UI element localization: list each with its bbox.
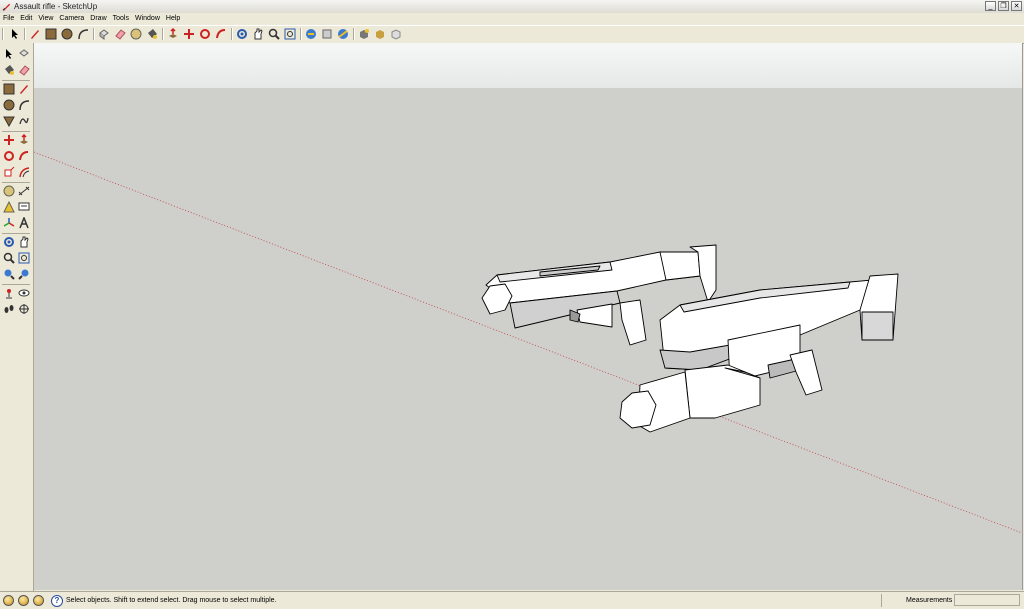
menu-file[interactable]: File xyxy=(0,13,17,25)
large-tool-set xyxy=(0,43,34,591)
pan-icon[interactable] xyxy=(251,27,265,41)
position-camera-icon[interactable] xyxy=(2,286,16,300)
menu-window[interactable]: Window xyxy=(132,13,163,25)
protractor-icon[interactable] xyxy=(2,200,16,214)
previous-view-icon[interactable] xyxy=(2,267,16,281)
section-plane-icon[interactable] xyxy=(17,302,31,316)
menu-bar: File Edit View Camera Draw Tools Window … xyxy=(0,13,1024,25)
help-icon[interactable]: ? xyxy=(51,595,63,607)
push-pull-icon[interactable] xyxy=(17,133,31,147)
maximize-button[interactable]: ❐ xyxy=(998,1,1009,11)
offset-icon[interactable] xyxy=(17,165,31,179)
modeling-viewport[interactable] xyxy=(34,43,1023,590)
main-toolbar xyxy=(0,25,1024,44)
preview-icon[interactable] xyxy=(389,27,403,41)
menu-edit[interactable]: Edit xyxy=(17,13,35,25)
red-axis-line xyxy=(34,151,1022,534)
axes-icon[interactable] xyxy=(2,216,16,230)
orbit-icon[interactable] xyxy=(2,235,16,249)
move-icon[interactable] xyxy=(182,27,196,41)
rectangle-icon[interactable] xyxy=(2,82,16,96)
menu-view[interactable]: View xyxy=(35,13,56,25)
push-pull-icon[interactable] xyxy=(166,27,180,41)
get-photo-texture-icon[interactable] xyxy=(373,27,387,41)
follow-me-icon[interactable] xyxy=(17,149,31,163)
next-view-icon[interactable] xyxy=(17,267,31,281)
user-icon[interactable] xyxy=(33,595,44,606)
text-icon[interactable] xyxy=(17,200,31,214)
paint-bucket-icon[interactable] xyxy=(145,27,159,41)
eraser-icon[interactable] xyxy=(17,63,31,77)
share-component-icon[interactable] xyxy=(336,27,350,41)
menu-tools[interactable]: Tools xyxy=(110,13,132,25)
menu-draw[interactable]: Draw xyxy=(87,13,109,25)
pencil-icon[interactable] xyxy=(28,27,42,41)
tape-measure-icon[interactable] xyxy=(2,184,16,198)
eraser-icon[interactable] xyxy=(113,27,127,41)
status-bar: ? Select objects. Shift to extend select… xyxy=(0,591,1024,609)
circle-icon[interactable] xyxy=(60,27,74,41)
menu-help[interactable]: Help xyxy=(163,13,183,25)
credits-icon[interactable] xyxy=(18,595,29,606)
look-around-icon[interactable] xyxy=(17,286,31,300)
orbit-icon[interactable] xyxy=(235,27,249,41)
close-button[interactable]: ✕ xyxy=(1011,1,1022,11)
select-icon[interactable] xyxy=(2,47,16,61)
line-icon[interactable] xyxy=(17,82,31,96)
walk-icon[interactable] xyxy=(2,302,16,316)
3d-text-icon[interactable] xyxy=(17,216,31,230)
make-component-icon[interactable] xyxy=(17,47,31,61)
polygon-icon[interactable] xyxy=(2,114,16,128)
zoom-extents-icon[interactable] xyxy=(283,27,297,41)
rifle-model-front xyxy=(619,273,899,433)
geo-location-icon[interactable] xyxy=(3,595,14,606)
scale-icon[interactable] xyxy=(2,165,16,179)
pan-icon[interactable] xyxy=(17,235,31,249)
zoom-icon[interactable] xyxy=(267,27,281,41)
paint-bucket-icon[interactable] xyxy=(2,63,16,77)
rotate-icon[interactable] xyxy=(2,149,16,163)
circle-icon[interactable] xyxy=(2,98,16,112)
menu-camera[interactable]: Camera xyxy=(56,13,87,25)
make-component-icon[interactable] xyxy=(97,27,111,41)
google-earth-icon[interactable] xyxy=(357,27,371,41)
select-icon[interactable] xyxy=(8,27,22,41)
move-icon[interactable] xyxy=(2,133,16,147)
freehand-icon[interactable] xyxy=(17,114,31,128)
share-model-icon[interactable] xyxy=(320,27,334,41)
tape-measure-icon[interactable] xyxy=(129,27,143,41)
follow-me-icon[interactable] xyxy=(214,27,228,41)
arc-icon[interactable] xyxy=(76,27,90,41)
dimension-icon[interactable] xyxy=(17,184,31,198)
sketchup-app-icon xyxy=(2,3,11,11)
zoom-icon[interactable] xyxy=(2,251,16,265)
zoom-window-icon[interactable] xyxy=(17,251,31,265)
title-bar: Assault rifle - SketchUp _ ❐ ✕ xyxy=(0,0,1024,14)
status-message: Select objects. Shift to extend select. … xyxy=(66,597,277,604)
measurements-field[interactable] xyxy=(954,594,1020,606)
rectangle-icon[interactable] xyxy=(44,27,58,41)
rotate-icon[interactable] xyxy=(198,27,212,41)
minimize-button[interactable]: _ xyxy=(985,1,996,11)
window-title: Assault rifle - SketchUp xyxy=(14,2,98,11)
status-divider xyxy=(881,594,882,607)
arc-icon[interactable] xyxy=(17,98,31,112)
measurements-label: Measurements xyxy=(906,597,953,604)
get-models-icon[interactable] xyxy=(304,27,318,41)
3d-model-canvas xyxy=(34,151,1022,534)
